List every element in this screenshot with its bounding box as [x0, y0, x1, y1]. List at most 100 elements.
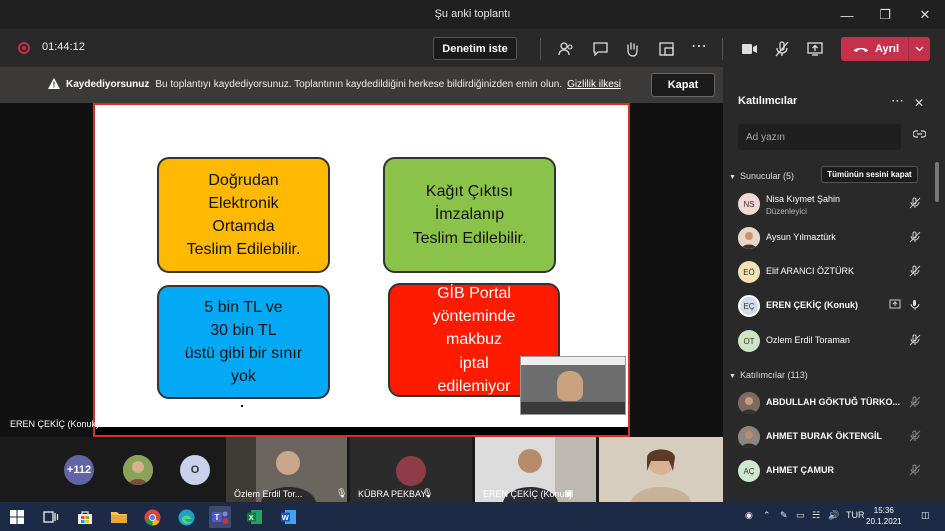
video-tile[interactable]: KÜBRA PEKBAY 🎙: [350, 437, 472, 502]
file-explorer-icon[interactable]: [108, 506, 130, 528]
mic-muted-icon[interactable]: [909, 231, 921, 243]
video-tile[interactable]: Özlem Erdil Tor... 🎙: [226, 437, 347, 502]
participant-initial-avatar[interactable]: O: [180, 455, 210, 485]
camera-icon[interactable]: [738, 38, 760, 60]
edge-icon[interactable]: [175, 506, 197, 528]
notification-icon[interactable]: ◫: [921, 510, 930, 521]
more-options-icon[interactable]: ⋯: [891, 93, 904, 109]
chevron-down-icon[interactable]: [908, 37, 930, 61]
participant-row[interactable]: ABDULLAH GÖKTUĞ TÜRKO...: [723, 387, 935, 417]
banner-message: Bu toplantıyı kaydediyorsunuz. Toplantın…: [155, 79, 563, 90]
slide-text-line: yok: [231, 368, 256, 386]
participant-name: ABDULLAH GÖKTUĞ TÜRKO...: [766, 397, 900, 407]
slide-text-line: Teslim Edilebilir.: [412, 229, 527, 247]
self-view-controls: [521, 402, 625, 414]
video-tile[interactable]: EREN ÇEKİÇ (Konuk) ▣: [475, 437, 596, 502]
tray-network-icon[interactable]: ☵: [812, 510, 820, 521]
slide-box-orange: Doğrudan Elektronik Ortamda Teslim Edilebil…: [157, 157, 330, 273]
raise-hand-icon[interactable]: [621, 38, 643, 60]
excel-icon[interactable]: X: [243, 506, 265, 528]
share-screen-icon[interactable]: [804, 38, 826, 60]
video-feed: [599, 437, 723, 502]
chat-icon[interactable]: [589, 38, 611, 60]
participant-role: Düzenleyici: [766, 207, 807, 216]
mic-icon[interactable]: [909, 299, 921, 311]
sharing-screen-icon: [889, 299, 901, 309]
slide-text-line: edilemiyor: [437, 377, 511, 395]
mic-muted-icon[interactable]: [909, 464, 921, 476]
mic-muted-icon[interactable]: [909, 334, 921, 346]
participant-row[interactable]: Aysun Yılmaztürk: [723, 222, 935, 252]
participants-icon[interactable]: [555, 38, 577, 60]
tray-teams-icon[interactable]: ◉: [745, 510, 753, 521]
tray-chevron-up-icon[interactable]: ⌃: [763, 510, 771, 521]
avatar: NS: [738, 193, 760, 215]
privacy-policy-link[interactable]: Gizlilik ilkesi: [567, 79, 621, 90]
more-actions-icon[interactable]: ⋯: [688, 35, 710, 57]
minimize-icon[interactable]: —: [827, 0, 867, 30]
close-panel-icon[interactable]: ✕: [914, 96, 924, 110]
slide-box-text: GİB Portal yönteminde makbuz iptal edilemiyo…: [433, 282, 516, 398]
mic-muted-icon[interactable]: [909, 430, 921, 442]
mic-muted-icon[interactable]: [909, 197, 921, 209]
avatar: [738, 426, 760, 448]
avatar: EÖ: [738, 261, 760, 283]
participant-row[interactable]: EÇ EREN ÇEKİÇ (Konuk): [723, 290, 935, 320]
dismiss-banner-button[interactable]: Kapat: [651, 73, 715, 97]
presenter-name: EREN ÇEKİÇ (Konuk): [10, 419, 100, 429]
chrome-icon[interactable]: [141, 506, 163, 528]
windows-taskbar: T X W ◉ ⌃ ✎ ▭ ☵ 🔊 TUR 15:36 20.1.2021 ◫: [0, 502, 945, 531]
participant-row[interactable]: AÇ AHMET ÇAMUR: [723, 455, 935, 485]
mic-muted-icon[interactable]: [909, 265, 921, 277]
participant-row[interactable]: OT Ozlem Erdil Toraman: [723, 325, 935, 355]
tile-name: Özlem Erdil Tor...: [234, 489, 303, 499]
avatar: EÇ: [738, 295, 760, 317]
slide-box-text: Kağıt Çıktısı İmzalanıp Teslim Edilebilir.: [413, 180, 527, 250]
presenters-section-header[interactable]: ▼ Sunucular (5): [729, 171, 794, 181]
tray-pen-icon[interactable]: ✎: [780, 510, 788, 521]
avatar[interactable]: [123, 455, 153, 485]
screen-share-small-icon: ▣: [565, 488, 574, 498]
mic-muted-icon[interactable]: [771, 38, 793, 60]
teams-icon[interactable]: T: [209, 506, 231, 528]
store-icon[interactable]: [74, 506, 96, 528]
participant-row[interactable]: NS Nisa Kıymet Şahin Düzenleyici: [723, 188, 935, 218]
overflow-participants-badge[interactable]: +112: [64, 455, 94, 485]
participant-row[interactable]: AHMET BURAK ÖKTENGİL: [723, 421, 935, 451]
slide-box-green: Kağıt Çıktısı İmzalanıp Teslim Edilebilir.: [383, 157, 556, 273]
avatar: [738, 227, 760, 249]
warning-icon: [48, 78, 60, 89]
shared-screen: Doğrudan Elektronik Ortamda Teslim Edilebil…: [93, 103, 630, 437]
breakout-rooms-icon[interactable]: [655, 38, 677, 60]
attendees-section-header[interactable]: ▼ Katılımcılar (113): [729, 370, 808, 380]
self-view-titlebar: [521, 357, 625, 365]
search-participants-input[interactable]: [738, 124, 901, 150]
participants-panel: Katılımcılar ⋯ ✕ ▼Sunucular (5) Tümünün …: [723, 67, 945, 502]
tray-battery-icon[interactable]: ▭: [796, 510, 805, 521]
mute-all-button[interactable]: Tümünün sesini kapat: [821, 166, 918, 183]
tray-language-label[interactable]: TUR: [846, 510, 865, 520]
mic-muted-icon[interactable]: [909, 396, 921, 408]
video-tile[interactable]: [599, 437, 723, 502]
panel-title: Katılımcılar: [738, 95, 798, 107]
word-icon[interactable]: W: [277, 506, 299, 528]
request-control-button[interactable]: Denetim iste: [433, 37, 517, 60]
tray-volume-icon[interactable]: 🔊: [828, 510, 839, 521]
panel-scrollbar[interactable]: [935, 162, 939, 202]
task-view-icon[interactable]: [40, 506, 62, 528]
leave-button[interactable]: Ayrıl: [841, 37, 930, 61]
restore-icon[interactable]: ❐: [865, 0, 905, 30]
windows-start-icon[interactable]: [6, 506, 28, 528]
close-window-icon[interactable]: ✕: [905, 0, 945, 30]
recording-banner: Kaydediyorsunuz Bu toplantıyı kaydediyors…: [0, 67, 723, 103]
toolbar-divider: [722, 38, 723, 60]
share-invite-icon[interactable]: [912, 129, 927, 142]
meeting-toolbar: 01:44:12 Denetim iste ⋯ Ayrıl: [0, 30, 945, 67]
taskbar-clock[interactable]: 15:36 20.1.2021: [866, 505, 902, 527]
title-bar: Şu anki toplantı — ❐ ✕: [0, 0, 945, 30]
phone-hangup-icon: [854, 48, 868, 52]
participant-name: Elif ARANCI ÖZTÜRK: [766, 266, 855, 276]
self-view-thumbnail[interactable]: [520, 356, 626, 415]
slide-box-text: Doğrudan Elektronik Ortamda Teslim Edilebil…: [187, 169, 301, 262]
participant-row[interactable]: EÖ Elif ARANCI ÖZTÜRK: [723, 256, 935, 286]
